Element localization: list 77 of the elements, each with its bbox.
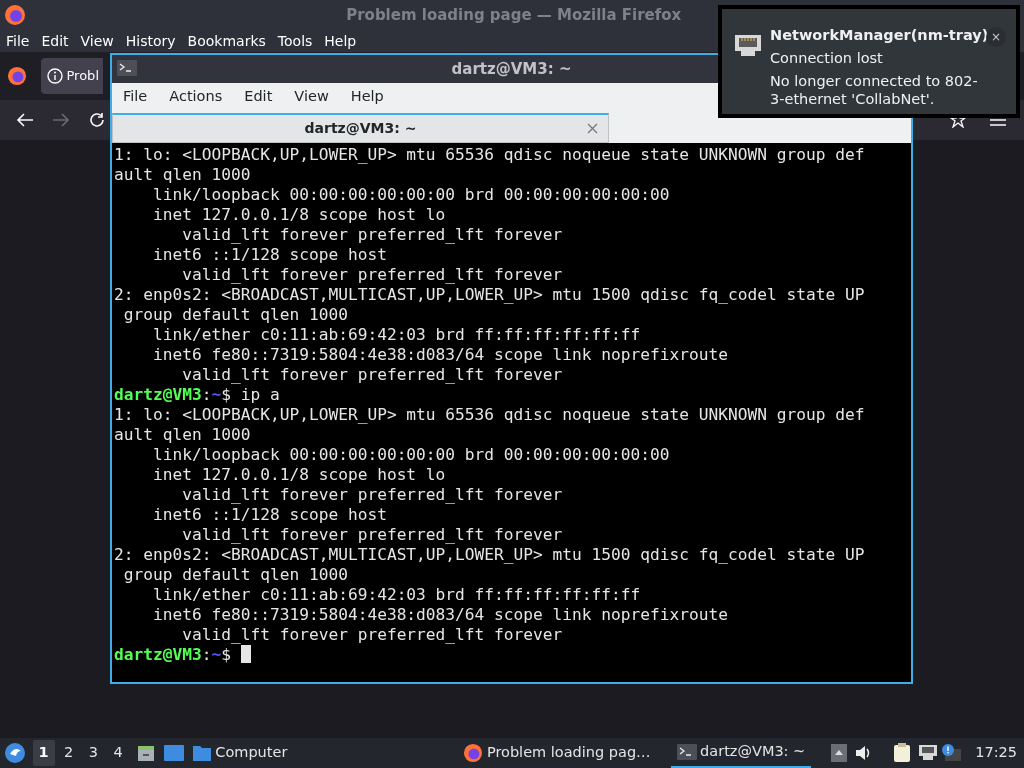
network-port-icon[interactable] <box>917 744 938 762</box>
terminal-output-line: inet6 ::1/128 scope host <box>151 505 387 524</box>
menu-item[interactable]: Edit <box>233 86 284 108</box>
terminal-output-line: link/loopback 00:00:00:00:00:00 brd 00:00:00:00:00:00 <box>151 185 670 204</box>
terminal-output-line: inet6 fe80::7319:5804:4e38:d083/64 scope link noprefixroute <box>151 605 728 624</box>
prompt-command: $ ip a <box>221 385 280 404</box>
menu-item[interactable]: Bookmarks <box>181 30 272 52</box>
desktop-icon[interactable] <box>162 744 185 762</box>
menu-item[interactable]: History <box>119 30 182 52</box>
terminal-output-line: group default qlen 1000 <box>122 565 348 584</box>
terminal-output-line: valid_lft forever preferred_lft forever <box>181 365 563 384</box>
workspace-button[interactable]: 3 <box>82 740 105 766</box>
menu-item[interactable]: File <box>112 86 159 108</box>
terminal-output-line: 2: enp0s2: <BROADCAST,MULTICAST,UP,LOWER_UP> mtu 1500 qdisc fq_codel state UP <box>114 545 865 564</box>
prompt-path: ~ <box>211 385 222 404</box>
terminal-output-line: link/loopback 00:00:00:00:00:00 brd 00:00:00:00:00:00 <box>151 445 670 464</box>
menu-item[interactable]: Edit <box>35 30 75 52</box>
terminal-output-line: inet 127.0.0.1/8 scope host lo <box>151 205 446 224</box>
terminal-output-line: valid_lft forever preferred_lft forever <box>181 525 563 544</box>
terminal-output-line: valid_lft forever preferred_lft forever <box>181 225 563 244</box>
workspace-button[interactable]: 4 <box>107 740 129 766</box>
taskbar-task[interactable]: dartz@VM3: ~ <box>670 738 812 768</box>
close-icon[interactable] <box>587 123 598 134</box>
terminal-output-line: 2: enp0s2: <BROADCAST,MULTICAST,UP,LOWER_UP> mtu 1500 qdisc fq_codel state UP <box>114 285 865 304</box>
menu-item[interactable]: View <box>74 30 120 52</box>
terminal-output-line: valid_lft forever preferred_lft forever <box>181 265 563 284</box>
notification-icon[interactable] <box>941 744 962 762</box>
window-title: dartz@VM3: ~ <box>451 58 572 80</box>
terminal-output-line: valid_lft forever preferred_lft forever <box>181 485 563 504</box>
volume-icon[interactable] <box>853 745 872 761</box>
terminal-output-line: link/ether c0:11:ab:69:42:03 brd ff:ff:ff:ff:ff:ff <box>151 325 641 344</box>
terminal-icon <box>676 744 697 760</box>
notification-body: No longer connected to 802-3-ethernet 'CollabNet'. <box>770 72 979 108</box>
firefox-icon <box>3 4 26 26</box>
firefox-icon[interactable] <box>7 66 27 86</box>
menu-item[interactable]: Tools <box>271 30 319 52</box>
close-button[interactable]: × <box>986 27 1006 47</box>
prompt-user-host: dartz@VM3 <box>114 385 202 404</box>
menu-item[interactable]: Help <box>318 30 363 52</box>
terminal-output-line: 1: lo: <LOOPBACK,UP,LOWER_UP> mtu 65536 qdisc noqueue state UNKNOWN group def <box>114 405 865 424</box>
terminal-icon <box>117 60 137 76</box>
notification-summary: Connection lost <box>770 49 884 68</box>
prompt-user-host: dartz@VM3 <box>114 645 202 664</box>
prompt-separator: : <box>201 645 212 664</box>
prompt-command: $ <box>221 645 231 664</box>
info-icon <box>47 68 63 84</box>
taskbar-task[interactable]: Problem loading pag… <box>457 738 657 768</box>
prompt-separator: : <box>201 385 212 404</box>
browser-tab[interactable]: Probl <box>41 58 103 94</box>
terminal-output-line: 1: lo: <LOOPBACK,UP,LOWER_UP> mtu 65536 qdisc noqueue state UNKNOWN group def <box>114 145 865 164</box>
terminal-output-line: ault qlen 1000 <box>114 165 251 184</box>
terminal-output-line: link/ether c0:11:ab:69:42:03 brd ff:ff:ff:ff:ff:ff <box>151 585 641 604</box>
file-cabinet-icon[interactable] <box>135 743 156 763</box>
places-label[interactable]: Computer <box>215 742 288 764</box>
window-title: Problem loading page — Mozilla Firefox <box>346 5 682 24</box>
menu-item[interactable]: View <box>283 86 340 108</box>
menu-item[interactable]: File <box>0 30 36 52</box>
clock[interactable]: 17:25 <box>975 742 1017 764</box>
workspace-button[interactable]: 2 <box>58 740 80 766</box>
terminal-output-line: inet6 fe80::7319:5804:4e38:d083/64 scope link noprefixroute <box>151 345 728 364</box>
reload-icon[interactable] <box>88 111 106 129</box>
prompt-path: ~ <box>211 645 222 664</box>
network-port-icon <box>734 34 762 58</box>
terminal-output-line: inet 127.0.0.1/8 scope host lo <box>151 465 446 484</box>
terminal-output-line: inet6 ::1/128 scope host <box>151 245 387 264</box>
folder-icon <box>191 744 212 762</box>
menu-item[interactable]: Actions <box>158 86 234 108</box>
menu-item[interactable]: Help <box>339 86 395 108</box>
clipboard-icon[interactable] <box>892 743 911 763</box>
terminal-output-line: group default qlen 1000 <box>122 305 348 324</box>
terminal-tab[interactable]: dartz@VM3: ~ <box>112 113 609 143</box>
workspace-button[interactable]: 1 <box>32 740 55 766</box>
back-icon[interactable] <box>16 112 34 128</box>
terminal-output-line: ault qlen 1000 <box>114 425 251 444</box>
terminal-output-line: valid_lft forever preferred_lft forever <box>181 625 563 644</box>
start-menu-icon[interactable] <box>3 742 26 764</box>
firefox-icon <box>463 743 484 763</box>
